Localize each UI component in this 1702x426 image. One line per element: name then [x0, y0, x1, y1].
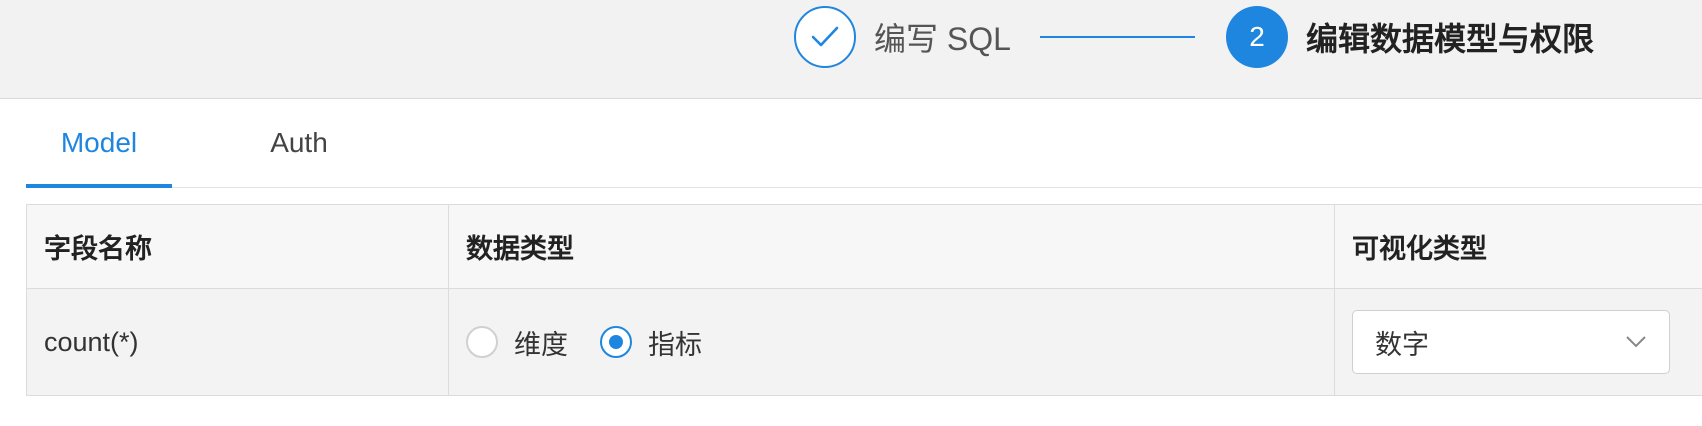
table-row: count(*) 维度 指标 数字: [27, 289, 1702, 396]
step-edit-model: 2 编辑数据模型与权限: [1226, 0, 1594, 74]
steps-header: 编写 SQL 2 编辑数据模型与权限: [0, 0, 1702, 99]
visual-type-value: 数字: [1375, 329, 1429, 360]
radio-metric[interactable]: 指标: [600, 323, 702, 362]
step-number-circle: 2: [1226, 6, 1288, 68]
data-type-radio-group: 维度 指标: [466, 323, 734, 362]
data-type-cell: 维度 指标: [449, 289, 1335, 395]
visual-type-cell: 数字: [1335, 289, 1702, 395]
header-field-name: 字段名称: [27, 205, 449, 288]
model-table: 字段名称 数据类型 可视化类型 count(*) 维度 指标 数字: [26, 204, 1702, 396]
tab-auth[interactable]: Auth: [226, 99, 372, 187]
radio-metric-circle[interactable]: [600, 326, 632, 358]
chevron-down-icon: [1626, 336, 1646, 348]
tab-model[interactable]: Model: [26, 99, 172, 187]
radio-dimension-label: 维度: [514, 329, 568, 360]
header-data-type: 数据类型: [449, 205, 1335, 288]
check-icon: [811, 26, 839, 47]
visual-type-select[interactable]: 数字: [1352, 310, 1670, 374]
radio-dimension[interactable]: 维度: [466, 323, 568, 362]
radio-metric-label: 指标: [648, 329, 702, 360]
header-visual-type: 可视化类型: [1352, 234, 1487, 264]
table-header-row: 字段名称 数据类型 可视化类型: [27, 205, 1702, 289]
step-done-circle: [794, 6, 856, 68]
tab-active-indicator: [26, 184, 172, 188]
step-connector: [1040, 36, 1195, 38]
field-name-cell: count(*): [27, 289, 449, 395]
tab-bar: Model Auth: [26, 99, 1702, 188]
step-label-write-sql: 编写 SQL: [874, 21, 1011, 57]
radio-dimension-circle[interactable]: [466, 326, 498, 358]
step-label-edit-model: 编辑数据模型与权限: [1306, 21, 1595, 57]
step-write-sql: 编写 SQL: [794, 0, 1011, 74]
